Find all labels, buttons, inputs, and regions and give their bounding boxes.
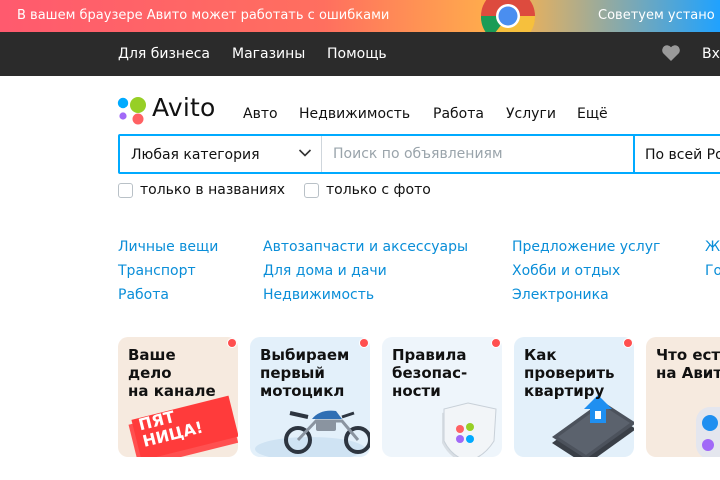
category-link-ready-business[interactable]: Го [705,263,720,279]
nav-jobs[interactable]: Работа [433,106,484,122]
topbar-link-business[interactable]: Для бизнеса [118,46,210,62]
story-title: Ваше дело на канале [128,346,216,400]
top-bar: Для бизнеса Магазины Помощь [0,32,720,76]
checkbox-box[interactable] [304,183,319,198]
story-unread-dot [491,338,501,348]
region-select-value: По всей Ро [645,147,720,163]
nav-auto[interactable]: Авто [243,106,278,122]
category-link-animals[interactable]: Ж [705,239,720,255]
story-card[interactable]: Правила безопас- ности [382,337,502,457]
category-select[interactable]: Любая категория [120,136,322,172]
avito-logo-text: Avito [152,93,216,122]
story-card[interactable]: Что ест на Авит [646,337,720,457]
category-link-electronics[interactable]: Электроника [512,287,609,303]
story-unread-dot [359,338,369,348]
search-bar: Любая категория По всей Ро [118,134,720,174]
chevron-down-icon [298,149,312,157]
browser-warning-banner: В вашем браузере Авито может работать с … [0,0,720,32]
favorites-heart-icon[interactable] [661,43,681,63]
category-link-hobby[interactable]: Хобби и отдых [512,263,620,279]
story-title: Правила безопас- ности [392,346,468,400]
login-link[interactable]: Вх [702,46,720,62]
story-title: Выбираем первый мотоцикл [260,346,350,400]
search-input[interactable] [323,136,633,172]
topbar-link-shops[interactable]: Магазины [232,46,305,62]
category-link-home[interactable]: Для дома и дачи [263,263,387,279]
nav-more[interactable]: Ещё [577,106,608,122]
only-titles-label: только в названиях [140,182,286,198]
story-card[interactable]: Выбираем первый мотоцикл [250,337,370,457]
category-link-personal[interactable]: Личные вещи [118,239,218,255]
category-link-autoparts[interactable]: Автозапчасти и аксессуары [263,239,468,255]
category-link-jobs[interactable]: Работа [118,287,169,303]
checkbox-box[interactable] [118,183,133,198]
only-photo-label: только с фото [326,182,431,198]
browser-warning-text: В вашем браузере Авито может работать с … [17,8,390,23]
story-title: Как проверить квартиру [524,346,615,400]
category-link-realty[interactable]: Недвижимость [263,287,374,303]
category-select-value: Любая категория [131,147,260,163]
nav-services[interactable]: Услуги [506,106,556,122]
browser-advice-link[interactable]: Советуем устано [598,8,715,23]
nav-realty[interactable]: Недвижимость [299,106,410,122]
topbar-link-help[interactable]: Помощь [327,46,387,62]
story-title: Что ест на Авит [656,346,720,382]
category-link-transport[interactable]: Транспорт [118,263,196,279]
story-unread-dot [623,338,633,348]
story-unread-dot [227,338,237,348]
chrome-logo-icon [481,0,535,32]
region-select[interactable]: По всей Ро [633,134,720,174]
story-card[interactable]: ПЯТ НИЦА! Ваше дело на канале [118,337,238,457]
category-link-services[interactable]: Предложение услуг [512,239,660,255]
story-card[interactable]: Как проверить квартиру [514,337,634,457]
